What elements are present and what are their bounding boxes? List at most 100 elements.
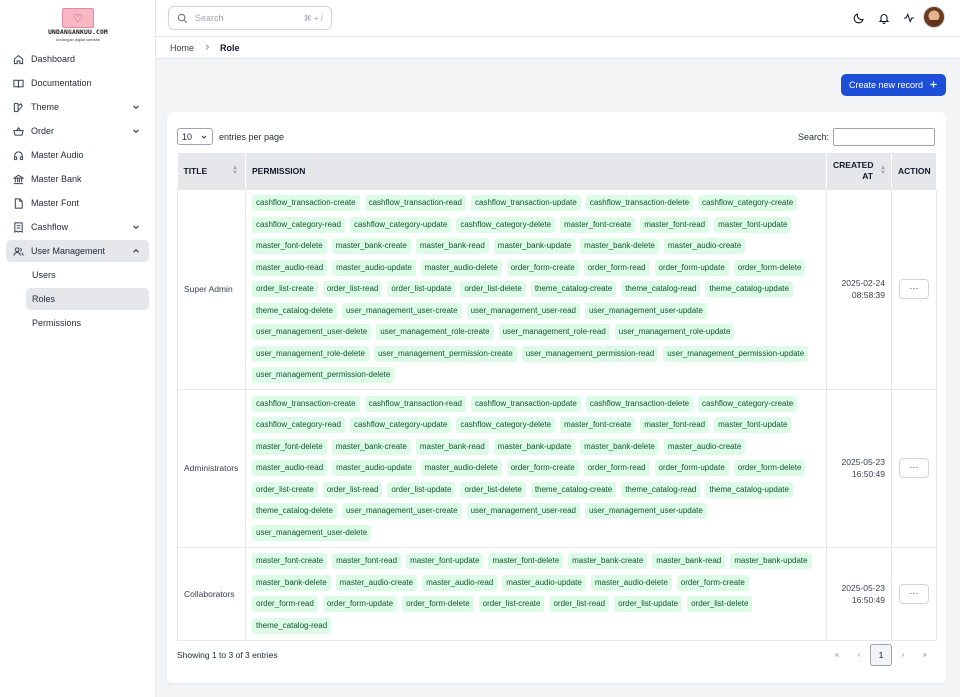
permission-badge: master_audio-read <box>252 259 328 276</box>
column-created-label: CREATED <box>833 159 874 170</box>
entries-length-control: 10 entries per page <box>177 128 284 145</box>
created-date: 2025-05-23 <box>841 457 885 468</box>
created-date: 2025-05-23 <box>841 582 885 593</box>
sidebar-item-theme[interactable]: Theme <box>6 96 149 118</box>
permission-badge: cashflow_category-update <box>349 216 452 233</box>
created-at: 2025-05-23 16:50:49 <box>826 389 892 548</box>
sidebar-item-cashflow[interactable]: Cashflow <box>6 216 149 238</box>
created-time: 08:58:39 <box>851 290 885 301</box>
permission-badge: user_management_permission-update <box>663 345 809 362</box>
row-actions-button[interactable]: ··· <box>899 279 929 300</box>
sidebar-item-master-bank[interactable]: Master Bank <box>6 168 149 190</box>
permission-badge: user_management_user-read <box>466 302 580 319</box>
sidebar-item-master-font[interactable]: Master Font <box>6 192 149 214</box>
row-actions-button[interactable]: ··· <box>899 583 929 604</box>
permission-badge: cashflow_transaction-delete <box>585 195 694 212</box>
avatar[interactable] <box>923 6 945 28</box>
users-icon <box>13 246 24 257</box>
permission-badge: master_bank-delete <box>252 574 331 591</box>
action-cell: ··· <box>891 546 937 641</box>
pagination-first[interactable]: « <box>826 644 848 666</box>
sidebar-item-master-audio[interactable]: Master Audio <box>6 144 149 166</box>
sidebar-subitem-permissions[interactable]: Permissions <box>6 312 149 334</box>
permission-badge: order_list-read <box>322 481 383 498</box>
table-row: Super Admin cashflow_transaction-create c… <box>177 188 937 390</box>
permission-badge: order_form-delete <box>733 460 806 477</box>
column-header-created-at[interactable]: CREATED AT ▲ ▼ <box>826 153 892 189</box>
activity-icon[interactable] <box>903 12 915 24</box>
permission-badge: theme_catalog-read <box>621 281 701 298</box>
home-icon <box>13 54 24 65</box>
bell-icon[interactable] <box>878 12 890 25</box>
headphones-icon <box>13 150 24 161</box>
pagination-next[interactable]: › <box>892 644 914 666</box>
permission-badge: theme_catalog-delete <box>252 503 337 520</box>
sidebar-item-label: Master Font <box>31 198 80 208</box>
search-placeholder: Search <box>195 13 224 23</box>
permission-badge: user_management_permission-read <box>521 345 659 362</box>
permission-badge: order_list-delete <box>687 596 753 613</box>
sort-icon: ▲ ▼ <box>232 165 238 176</box>
created-at: 2025-05-23 16:50:49 <box>826 546 892 641</box>
moon-icon[interactable] <box>853 12 865 24</box>
row-actions-button[interactable]: ··· <box>899 458 929 479</box>
sidebar-item-dashboard[interactable]: Dashboard <box>6 48 149 70</box>
permission-badge: master_bank-create <box>568 553 648 570</box>
sidebar-item-user-management[interactable]: User Management <box>6 240 149 262</box>
permission-badge: theme_catalog-update <box>705 281 793 298</box>
sidebar-item-label: Theme <box>31 102 60 112</box>
breadcrumb-home[interactable]: Home <box>170 43 194 53</box>
permission-badge: order_list-delete <box>460 281 526 298</box>
permission-badge: master_audio-delete <box>420 259 502 276</box>
sidebar-subitem-roles[interactable]: Roles <box>26 288 149 310</box>
bank-icon <box>13 174 24 185</box>
permission-badge: user_management_role-delete <box>252 345 369 362</box>
breadcrumb-current: Role <box>220 42 240 53</box>
permission-badge: master_bank-update <box>493 238 576 255</box>
permission-badge: master_audio-update <box>502 574 586 591</box>
sort-icon: ▲ ▼ <box>880 165 886 176</box>
chevron-down-icon <box>131 222 141 232</box>
table-search-input[interactable] <box>833 128 936 146</box>
permission-badge: order_form-update <box>654 259 729 276</box>
plus-icon <box>929 80 938 91</box>
sidebar: ♡ UNDANGANKUU.COM undangan digital websi… <box>0 0 156 697</box>
permission-badge: master_audio-read <box>252 460 328 477</box>
chevron-down-icon <box>131 126 141 136</box>
column-header-title[interactable]: TITLE ▲ ▼ <box>177 153 246 189</box>
permission-badge: master_audio-create <box>663 238 746 255</box>
permission-badge: order_list-update <box>387 481 456 498</box>
sidebar-item-order[interactable]: Order <box>6 120 149 142</box>
column-header-action: ACTION <box>891 153 937 189</box>
permission-badge: master_bank-create <box>331 438 411 455</box>
sidebar-item-label: Order <box>31 126 55 136</box>
permission-badge: master_bank-read <box>415 238 489 255</box>
permission-badge: master_font-update <box>714 417 792 434</box>
permission-badge: cashflow_category-create <box>698 195 798 212</box>
create-record-button[interactable]: Create new record <box>841 74 946 96</box>
permission-badge: master_audio-read <box>422 574 498 591</box>
permission-badge: cashflow_category-delete <box>456 216 556 233</box>
permission-badge: cashflow_transaction-update <box>471 395 581 412</box>
pagination-prev[interactable]: ‹ <box>848 644 870 666</box>
sidebar-item-label: Master Audio <box>31 150 84 160</box>
permission-badge: cashflow_transaction-read <box>364 395 466 412</box>
brand-logo[interactable]: ♡ UNDANGANKUU.COM undangan digital websi… <box>44 8 112 42</box>
permission-badge: order_form-create <box>676 574 749 591</box>
table-row: Collaborators master_font-create master_f… <box>177 546 937 641</box>
sidebar-subitem-users[interactable]: Users <box>6 264 149 286</box>
book-icon <box>13 78 24 89</box>
permission-badge: order_list-create <box>252 281 318 298</box>
search-input[interactable]: Search ⌘ + / <box>168 6 332 30</box>
create-record-label: Create new record <box>848 80 924 90</box>
pagination-current[interactable]: 1 <box>870 644 892 666</box>
permission-badge: user_management_user-create <box>341 302 462 319</box>
roles-card: 10 entries per page Search: TITLE ▲ ▼ PERM… <box>167 112 946 683</box>
search-icon <box>177 13 188 24</box>
permission-badge: user_management_user-update <box>584 503 707 520</box>
sidebar-item-documentation[interactable]: Documentation <box>6 72 149 94</box>
entries-per-page-select[interactable]: 10 <box>177 128 213 145</box>
chevron-down-icon <box>200 133 208 141</box>
receipt-icon <box>13 221 24 233</box>
pagination-last[interactable]: » <box>914 644 936 666</box>
